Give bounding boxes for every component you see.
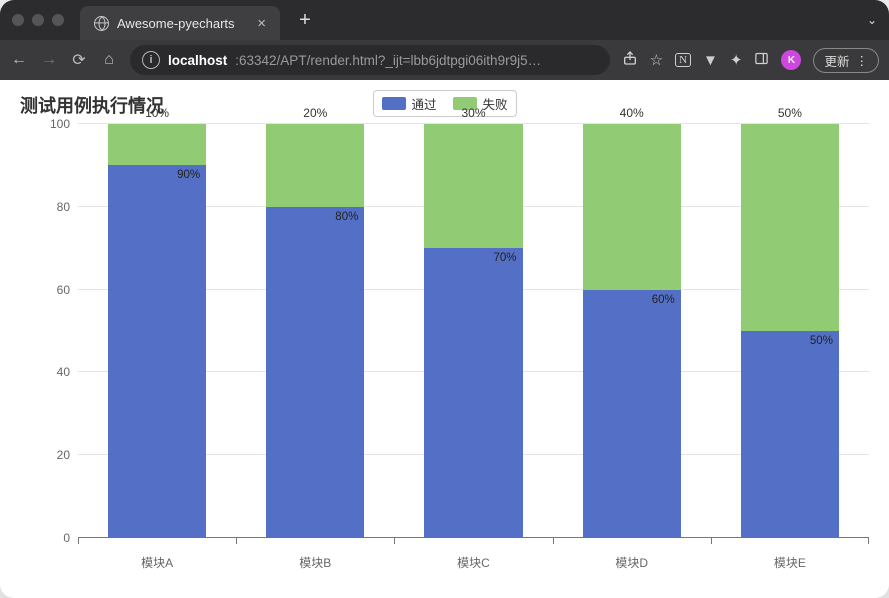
bar-seg-label: 70% <box>494 252 517 264</box>
y-tick-60: 60 <box>57 283 70 297</box>
panel-icon[interactable] <box>754 51 769 70</box>
bar-slot: 10% 90% 模块A <box>78 124 236 538</box>
toolbar-right: ☆ N ▼ ✦ K 更新 ⋮ <box>622 48 879 73</box>
bars-container: 10% 90% 模块A 20% 80% <box>78 124 869 538</box>
update-label: 更新 <box>824 51 849 70</box>
bar-seg-label: 80% <box>335 211 358 223</box>
x-tick-label: 模块E <box>774 554 806 571</box>
brave-shield-icon[interactable]: ▼ <box>703 52 718 69</box>
traffic-minimize[interactable] <box>32 14 44 26</box>
back-button[interactable]: ← <box>10 51 28 69</box>
bar-seg-label: 90% <box>177 169 200 181</box>
bar-seg-fail <box>266 124 364 207</box>
bar-seg-label: 60% <box>652 294 675 306</box>
url-host: localhost <box>168 53 227 68</box>
x-tick-label: 模块C <box>457 554 490 571</box>
globe-icon <box>94 16 109 31</box>
bar-slot: 20% 80% 模块B <box>236 124 394 538</box>
menu-dots-icon: ⋮ <box>856 53 869 68</box>
bar-seg-pass: 50% <box>741 331 839 538</box>
extensions-icon[interactable]: ✦ <box>730 51 743 69</box>
tab-title: Awesome-pyecharts <box>117 16 235 31</box>
url-path: :63342/APT/render.html?_ijt=lbb6jdtpgi06… <box>235 53 541 68</box>
bar-slot: 40% 60% 模块D <box>553 124 711 538</box>
reload-button[interactable]: ⟳ <box>70 50 88 70</box>
bar-seg-pass: 80% <box>266 207 364 538</box>
bar-stack-2: 30% 70% <box>424 124 522 538</box>
bar-top-label: 10% <box>145 106 169 120</box>
bar-seg-fail <box>424 124 522 248</box>
notion-icon[interactable]: N <box>675 53 691 67</box>
toolbar: ← → ⟳ ⌂ i localhost :63342/APT/render.htm… <box>0 40 889 80</box>
new-tab-button[interactable]: + <box>292 9 318 32</box>
close-tab-icon[interactable]: × <box>257 15 266 32</box>
bar-slot: 50% 50% 模块E <box>711 124 869 538</box>
bar-top-label: 40% <box>620 106 644 120</box>
page-content: 测试用例执行情况 通过 失败 0 20 40 60 <box>0 80 889 598</box>
legend-swatch-pass <box>381 97 405 110</box>
traffic-zoom[interactable] <box>52 14 64 26</box>
bar-seg-fail <box>583 124 681 290</box>
traffic-lights <box>12 14 64 26</box>
url-bar[interactable]: i localhost :63342/APT/render.html?_ijt=l… <box>130 45 610 75</box>
y-tick-80: 80 <box>57 200 70 214</box>
bar-stack-0: 10% 90% <box>108 124 206 538</box>
bar-stack-1: 20% 80% <box>266 124 364 538</box>
bar-seg-pass: 60% <box>583 290 681 538</box>
x-tick-label: 模块D <box>615 554 648 571</box>
bar-seg-fail <box>108 124 206 165</box>
browser-tab[interactable]: Awesome-pyecharts × <box>80 6 280 40</box>
chart-plot-area: 0 20 40 60 80 100 10% <box>78 124 869 538</box>
tabs-overflow-icon[interactable]: ⌄ <box>867 13 877 27</box>
forward-button[interactable]: → <box>40 51 58 69</box>
traffic-close[interactable] <box>12 14 24 26</box>
chart-title: 测试用例执行情况 <box>20 92 164 118</box>
bar-top-label: 30% <box>461 106 485 120</box>
x-tick-label: 模块A <box>141 554 173 571</box>
legend-label-fail: 失败 <box>483 94 508 113</box>
x-tick-label: 模块B <box>299 554 331 571</box>
y-tick-40: 40 <box>57 365 70 379</box>
y-tick-20: 20 <box>57 448 70 462</box>
legend-item-pass[interactable]: 通过 <box>381 94 436 113</box>
bar-stack-3: 40% 60% <box>583 124 681 538</box>
profile-avatar[interactable]: K <box>781 50 801 70</box>
bar-seg-pass: 90% <box>108 165 206 538</box>
home-button[interactable]: ⌂ <box>100 51 118 69</box>
titlebar: Awesome-pyecharts × + ⌄ <box>0 0 889 40</box>
bar-seg-fail <box>741 124 839 331</box>
browser-window: Awesome-pyecharts × + ⌄ ← → ⟳ ⌂ i localh… <box>0 0 889 598</box>
site-info-icon[interactable]: i <box>142 51 160 69</box>
bar-top-label: 50% <box>778 106 802 120</box>
legend-label-pass: 通过 <box>411 94 436 113</box>
y-tick-0: 0 <box>63 531 70 545</box>
bar-stack-4: 50% 50% <box>741 124 839 538</box>
bar-top-label: 20% <box>303 106 327 120</box>
bar-slot: 30% 70% 模块C <box>394 124 552 538</box>
share-icon[interactable] <box>622 50 638 70</box>
bar-seg-pass: 70% <box>424 248 522 538</box>
y-tick-100: 100 <box>50 117 70 131</box>
bookmark-star-icon[interactable]: ☆ <box>650 51 663 69</box>
update-button[interactable]: 更新 ⋮ <box>813 48 879 73</box>
chart-legend: 通过 失败 <box>372 90 516 117</box>
bar-seg-label: 50% <box>810 335 833 347</box>
